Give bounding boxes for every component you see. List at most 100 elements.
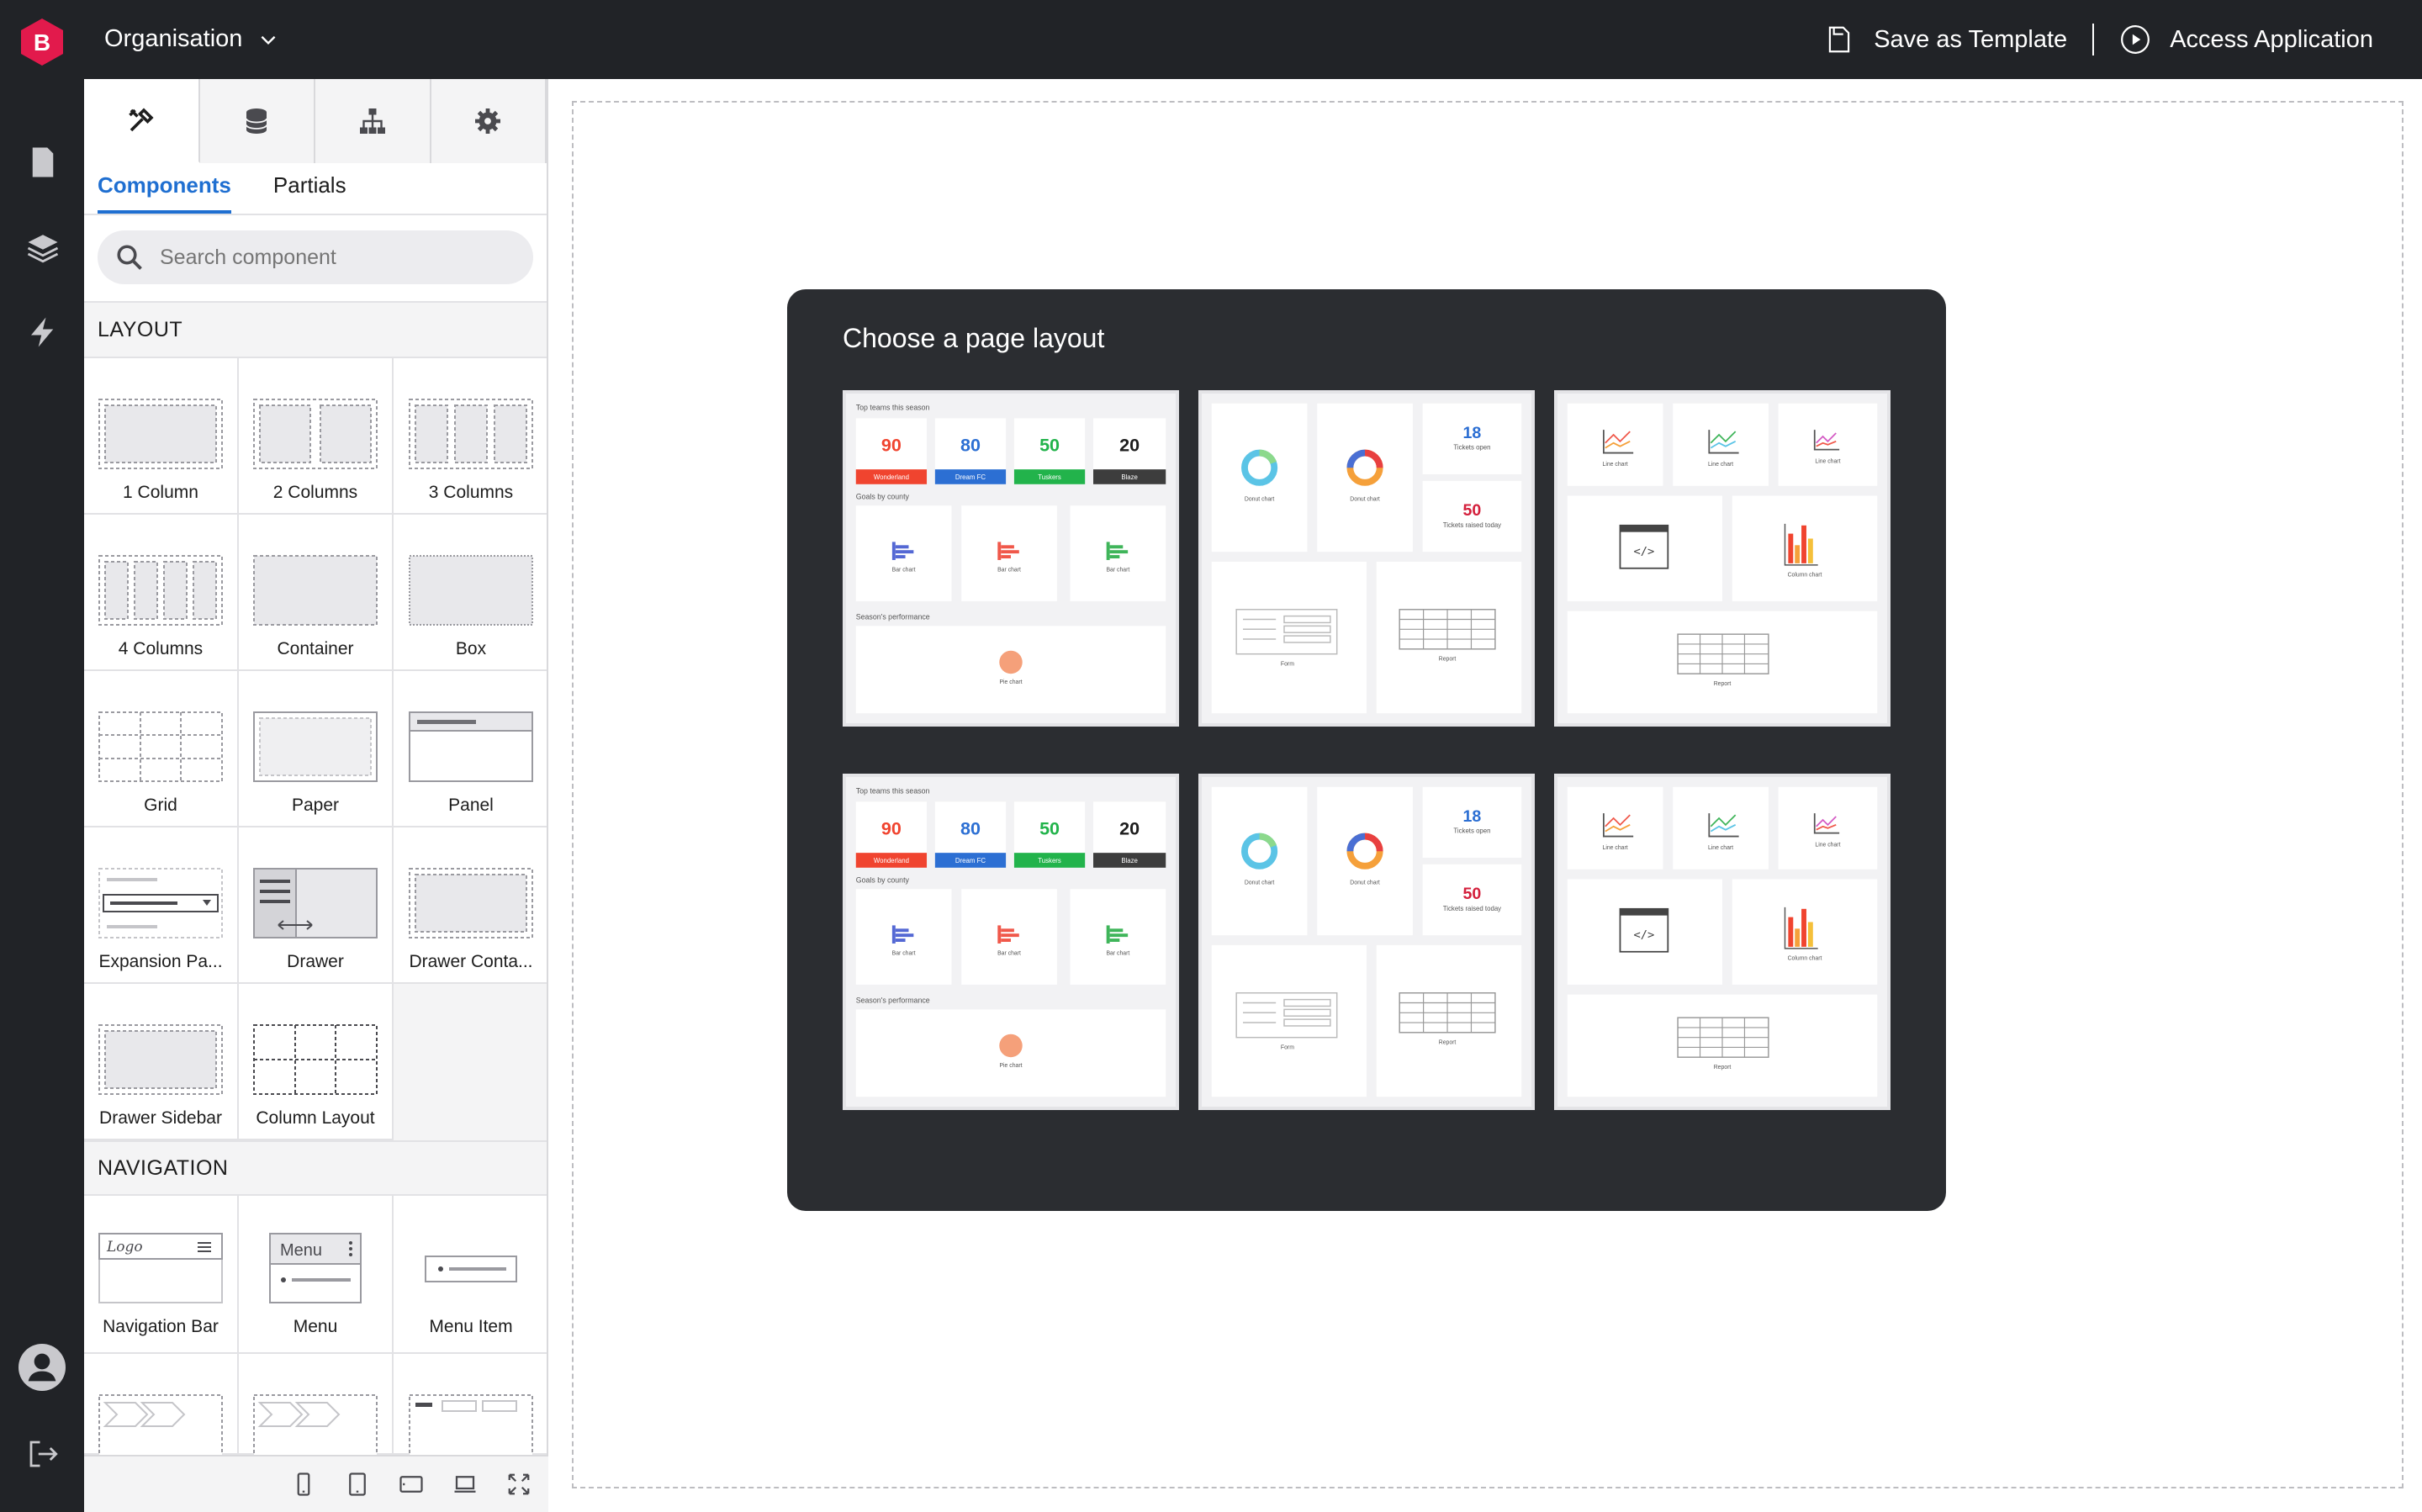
component-label: Paper (291, 796, 340, 815)
svg-text:</>: </> (1634, 545, 1655, 558)
svg-text:Season's performance: Season's performance (856, 613, 930, 621)
fullscreen-icon[interactable] (506, 1472, 531, 1497)
layout-option-sports[interactable]: Top teams this season 90 Wonderland 80 D… (843, 390, 1179, 727)
layout-preview: Line chart Line chart Line chart </> Col… (1557, 394, 1887, 723)
panel-thumbnail-icon (409, 711, 533, 782)
search-input[interactable] (160, 245, 496, 270)
component-grid[interactable]: Grid (84, 671, 239, 827)
svg-text:Top teams this season: Top teams this season (856, 404, 930, 412)
tab-components[interactable] (84, 79, 200, 163)
svg-text:Dream FC: Dream FC (955, 473, 986, 481)
paper-thumbnail-icon (253, 711, 378, 782)
component-menu-item[interactable]: Menu Item (394, 1196, 547, 1354)
component-panel: Components Partials LAYOUT 1 Column 2 Co… (84, 79, 548, 1512)
component-label: 1 Column (123, 483, 198, 502)
component-4-columns[interactable]: 4 Columns (84, 515, 239, 671)
pages-icon[interactable] (25, 145, 61, 180)
user-avatar-icon[interactable] (19, 1344, 66, 1391)
svg-text:Line chart: Line chart (1603, 845, 1628, 851)
svg-text:Donut chart: Donut chart (1350, 496, 1380, 502)
save-as-template-button[interactable]: Save as Template (1823, 24, 2067, 56)
layout-preview: Top teams this season 90 Wonderland 80 D… (846, 777, 1176, 1107)
layout-option-tickets-alt[interactable]: Donut chart Donut chart 18 Tickets open … (1198, 774, 1535, 1110)
column-layout-thumbnail-icon (253, 1024, 378, 1095)
svg-text:Bar chart: Bar chart (997, 568, 1021, 574)
svg-text:18: 18 (1463, 424, 1482, 442)
component-2-columns[interactable]: 2 Columns (239, 358, 394, 515)
layout-option-sports-alt[interactable]: Top teams this season 90 Wonderland 80 D… (843, 774, 1179, 1110)
tab-sitemap[interactable] (315, 79, 431, 163)
component-breadcrumb-preview[interactable] (84, 1354, 239, 1458)
component-drawer-container[interactable]: Drawer Conta... (394, 827, 547, 984)
access-application-label: Access Application (2170, 25, 2373, 53)
container-thumbnail-icon (253, 555, 378, 626)
component-menu[interactable]: Menu Menu (239, 1196, 394, 1354)
svg-text:Wonderland: Wonderland (874, 473, 909, 481)
tab-data[interactable] (199, 79, 315, 163)
bolt-icon[interactable] (25, 315, 61, 350)
grid-empty-cell (394, 984, 547, 1140)
svg-text:50: 50 (1463, 885, 1482, 903)
laptop-device-icon[interactable] (452, 1472, 478, 1497)
component-3-columns[interactable]: 3 Columns (394, 358, 547, 515)
one-column-thumbnail-icon (98, 399, 223, 469)
component-box[interactable]: Box (394, 515, 547, 671)
access-application-button[interactable]: Access Application (2119, 24, 2373, 56)
component-paper[interactable]: Paper (239, 671, 394, 827)
svg-text:Report: Report (1714, 681, 1732, 687)
svg-text:Blaze: Blaze (1121, 857, 1138, 864)
layout-option-tickets[interactable]: Donut chart Donut chart 18 Tickets open … (1198, 390, 1535, 727)
svg-text:Tickets raised today: Tickets raised today (1443, 521, 1501, 529)
tab-settings[interactable] (431, 79, 547, 163)
component-label: Drawer Conta... (409, 952, 533, 971)
svg-text:Top teams this season: Top teams this season (856, 787, 930, 796)
svg-text:90: 90 (881, 435, 902, 456)
svg-text:Report: Report (1714, 1065, 1732, 1071)
app-logo[interactable]: B (17, 17, 67, 67)
layout-option-charts[interactable]: Line chart Line chart Line chart </> Col… (1554, 390, 1891, 727)
svg-text:Logo: Logo (106, 1239, 143, 1256)
tablet-landscape-icon[interactable] (399, 1472, 424, 1497)
component-stepper-preview[interactable] (239, 1354, 394, 1458)
svg-text:Line chart: Line chart (1815, 458, 1840, 464)
component-tabs-preview[interactable] (394, 1354, 547, 1458)
component-panel-item[interactable]: Panel (394, 671, 547, 827)
search-box[interactable] (98, 230, 533, 284)
mobile-device-icon[interactable] (291, 1472, 316, 1497)
component-container[interactable]: Container (239, 515, 394, 671)
svg-text:Tuskers: Tuskers (1038, 857, 1061, 864)
svg-text:Tuskers: Tuskers (1038, 473, 1061, 481)
svg-text:Form: Form (1281, 661, 1294, 667)
box-thumbnail-icon (409, 555, 533, 626)
svg-text:90: 90 (881, 818, 902, 839)
component-drawer[interactable]: Drawer (239, 827, 394, 984)
organisation-selector[interactable]: Organisation (104, 25, 279, 53)
svg-text:Blaze: Blaze (1121, 473, 1138, 481)
subtab-components[interactable]: Components (98, 172, 231, 214)
component-1-column[interactable]: 1 Column (84, 358, 239, 515)
save-template-icon (1828, 26, 1850, 53)
component-label: 4 Columns (118, 639, 204, 658)
expansion-panel-thumbnail-icon (98, 868, 223, 938)
two-columns-thumbnail-icon (253, 399, 378, 469)
component-label: Box (455, 639, 487, 658)
component-expansion-panel[interactable]: Expansion Pa... (84, 827, 239, 984)
svg-text:Tickets open: Tickets open (1453, 827, 1490, 835)
svg-text:Donut chart: Donut chart (1245, 880, 1275, 886)
svg-text:Bar chart: Bar chart (892, 568, 916, 574)
tools-icon (128, 108, 154, 132)
component-drawer-sidebar[interactable]: Drawer Sidebar (84, 984, 239, 1140)
database-icon (246, 108, 268, 134)
component-label: Menu (293, 1317, 338, 1336)
layers-icon[interactable] (25, 230, 61, 266)
component-navigation-bar[interactable]: Logo Navigation Bar (84, 1196, 239, 1354)
layout-option-charts-alt[interactable]: Line chart Line chart Line chart </> Col… (1554, 774, 1891, 1110)
three-columns-thumbnail-icon (409, 399, 533, 469)
component-column-layout[interactable]: Column Layout (239, 984, 394, 1140)
component-label: Navigation Bar (103, 1317, 219, 1336)
tablet-device-icon[interactable] (345, 1472, 370, 1497)
svg-text:Tickets raised today: Tickets raised today (1443, 905, 1501, 912)
svg-text:Goals by county: Goals by county (856, 875, 910, 884)
logout-icon[interactable] (25, 1436, 61, 1472)
subtab-partials[interactable]: Partials (273, 172, 346, 214)
